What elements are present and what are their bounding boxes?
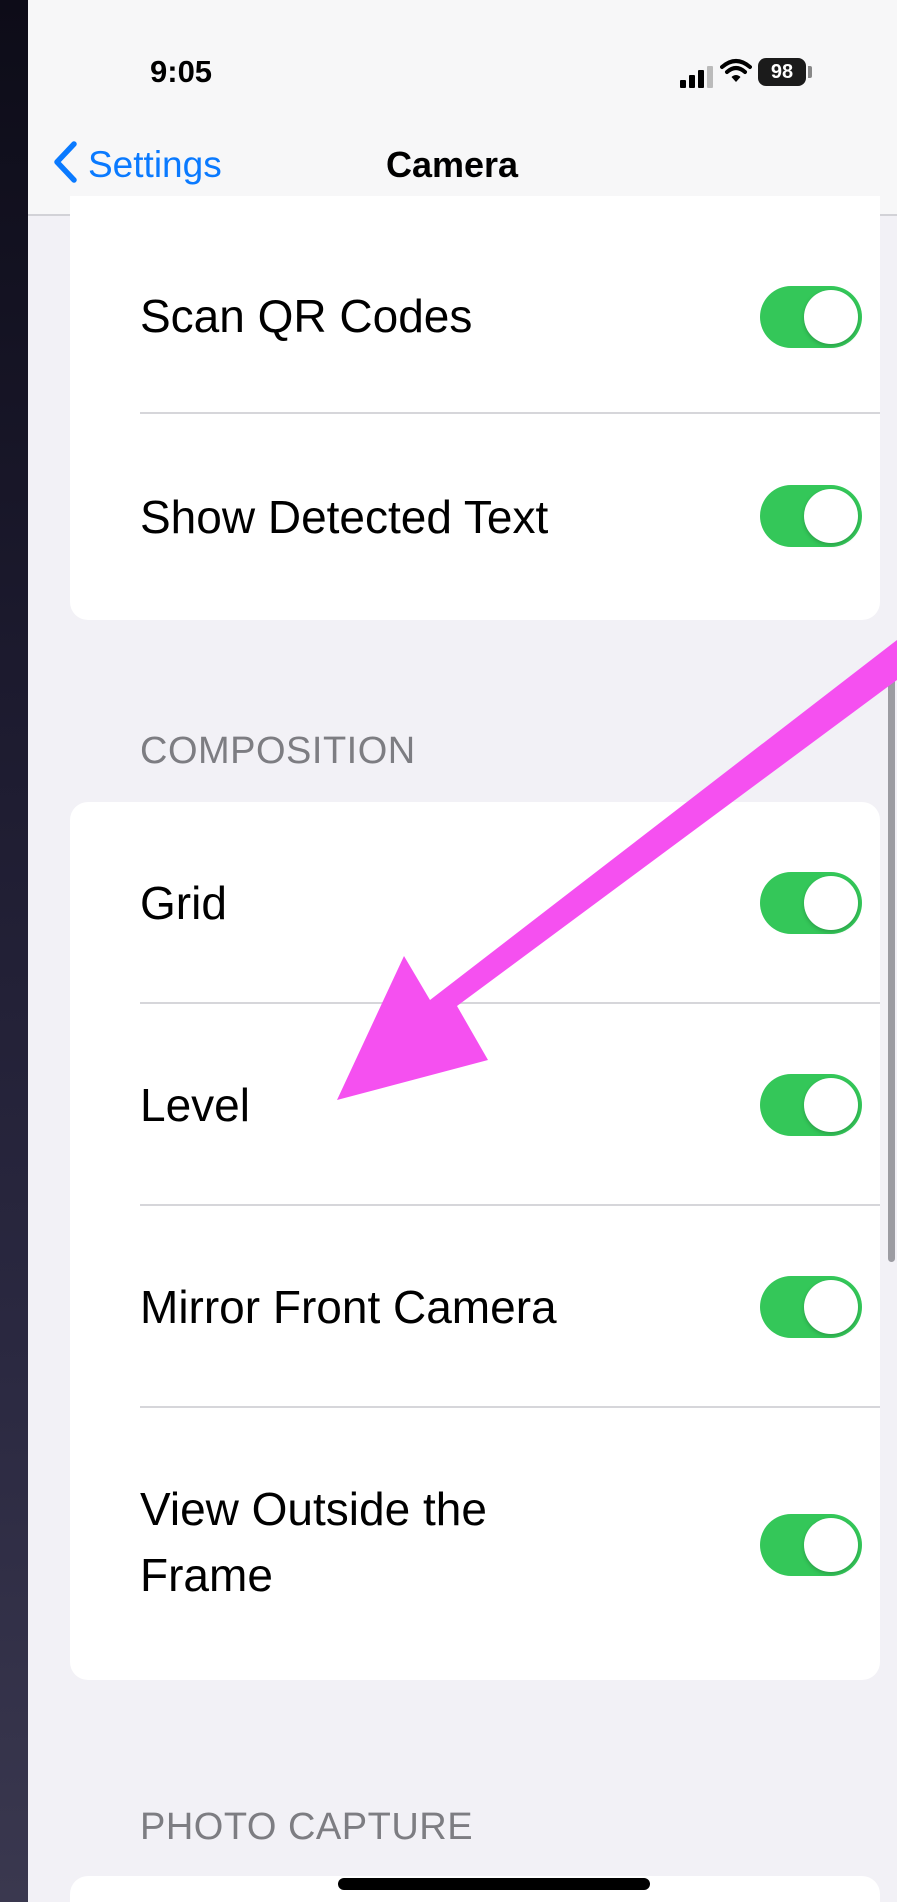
list-item: Level [70,1004,880,1204]
toggle-knob [804,489,858,543]
page-title: Camera [386,144,519,185]
status-time: 9:05 [150,54,213,89]
view-outside-frame-toggle[interactable] [760,1514,862,1576]
section-header-photo-capture: PHOTO CAPTURE [140,1806,474,1848]
section-header-composition: COMPOSITION [140,730,416,772]
battery-tip [808,66,812,78]
list-item: Mirror Front Camera [70,1206,880,1406]
toggle-knob [804,1518,858,1572]
list-item: Scan QR Codes [70,196,880,412]
show-detected-text-toggle[interactable] [760,485,862,547]
toggle-knob [804,1280,858,1334]
mirror-front-camera-label: Mirror Front Camera [140,1281,557,1333]
grid-toggle[interactable] [760,872,862,934]
mirror-front-camera-toggle[interactable] [760,1276,862,1338]
level-toggle[interactable] [760,1074,862,1136]
list-item: Show Detected Text [70,414,880,620]
toggle-knob [804,1078,858,1132]
settings-group-scanning: Scan QR Codes Show Detected Text [70,196,880,620]
level-label: Level [140,1079,250,1131]
list-item: View Outside the Frame [70,1408,880,1680]
view-outside-frame-label: View Outside the Frame [140,1483,487,1601]
back-button[interactable]: Settings [52,140,222,189]
wifi-icon [720,58,752,89]
grid-label: Grid [140,877,227,929]
scan-qr-codes-toggle[interactable] [760,286,862,348]
home-indicator[interactable] [338,1878,650,1890]
phone-screen: 9:05 98 Settings Camera Scan QR Codes Sh… [28,0,897,1902]
show-detected-text-label: Show Detected Text [140,491,549,543]
scrollbar[interactable] [888,662,895,1262]
scan-qr-codes-label: Scan QR Codes [140,290,473,342]
chevron-left-icon [52,140,78,189]
status-bar: 9:05 98 [28,0,897,110]
battery-icon: 98 [758,58,806,86]
cellular-signal-icon [680,66,714,93]
settings-group-composition: Grid Level Mirror Front Camera View Outs… [70,802,880,1680]
back-label: Settings [88,143,222,185]
toggle-knob [804,290,858,344]
toggle-knob [804,876,858,930]
list-item: Grid [70,802,880,1002]
